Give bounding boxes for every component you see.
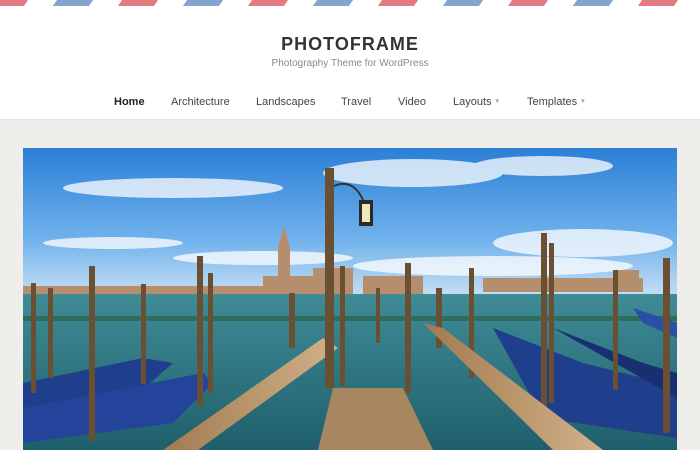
chevron-down-icon: ▾ (495, 98, 500, 105)
nav-item-video[interactable]: Video (398, 96, 426, 108)
nav-label: Travel (341, 96, 372, 108)
main-navigation: Home Architecture Landscapes Travel Vide… (0, 96, 700, 112)
site-tagline: Photography Theme for WordPress (271, 58, 429, 69)
nav-item-travel[interactable]: Travel (341, 96, 371, 108)
nav-label: Layouts (453, 96, 492, 108)
nav-label: Video (398, 96, 426, 108)
nav-label: Templates (527, 96, 578, 108)
nav-label: Architecture (171, 96, 230, 108)
site-header: PHOTOFRAME Photography Theme for WordPre… (0, 6, 700, 120)
nav-item-architecture[interactable]: Architecture (171, 96, 230, 108)
nav-label: Landscapes (256, 96, 316, 108)
nav-item-layouts[interactable]: Layouts ▾ (453, 96, 499, 108)
site-title[interactable]: PHOTOFRAME (0, 34, 700, 55)
hero-image[interactable] (23, 148, 677, 450)
nav-item-home[interactable]: Home (114, 96, 145, 108)
venice-gondola-photo-icon (23, 148, 677, 450)
chevron-down-icon: ▾ (581, 98, 585, 105)
nav-item-templates[interactable]: Templates ▾ (527, 96, 585, 108)
nav-label: Home (114, 96, 145, 108)
nav-item-landscapes[interactable]: Landscapes (256, 96, 315, 108)
